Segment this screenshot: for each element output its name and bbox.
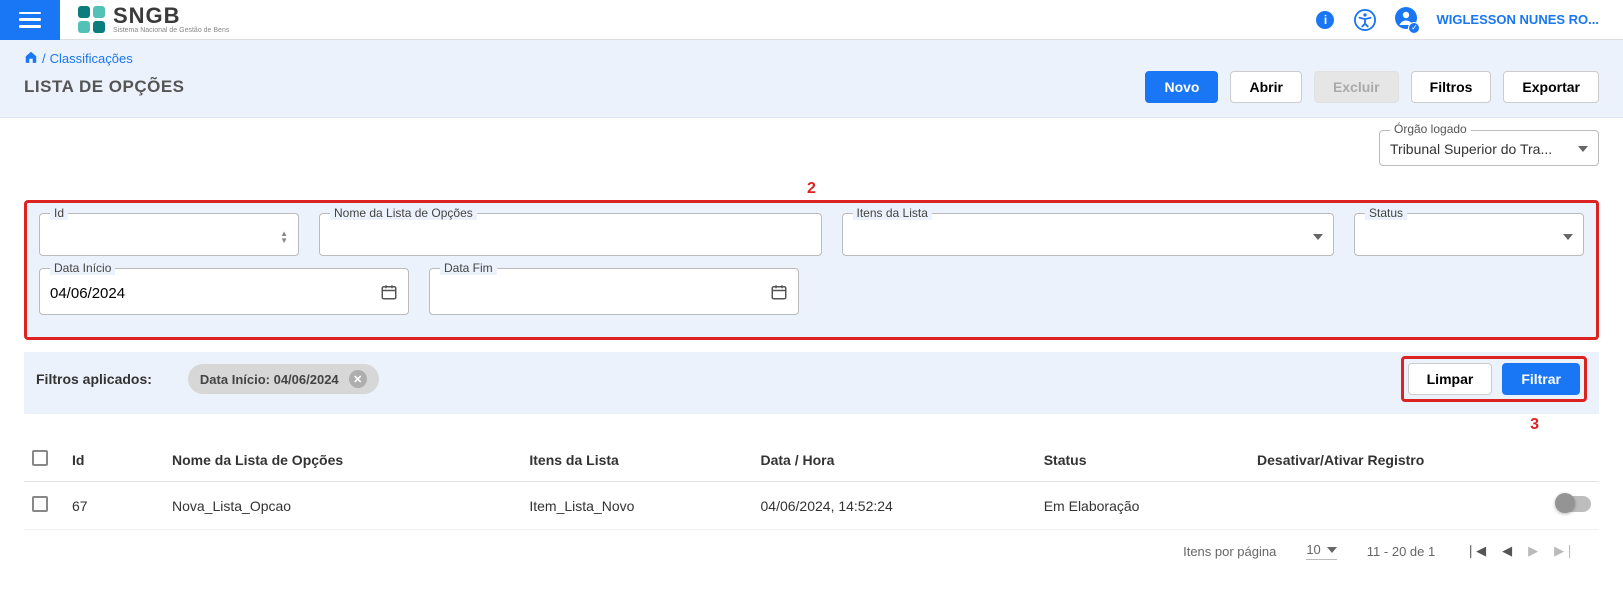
- excluir-button: Excluir: [1314, 71, 1399, 103]
- nome-lista-input[interactable]: [330, 228, 811, 245]
- chevron-down-icon: [1313, 234, 1323, 240]
- orgao-logado-select[interactable]: Órgão logado Tribunal Superior do Tra...: [1379, 130, 1599, 166]
- next-page-button[interactable]: ▶: [1528, 543, 1538, 559]
- user-verified-button[interactable]: ✓: [1394, 8, 1418, 32]
- accessibility-icon: [1354, 9, 1376, 31]
- id-stepper[interactable]: ▲▼: [280, 230, 288, 244]
- cell-status: Em Elaboração: [1036, 482, 1249, 530]
- info-icon: i: [1316, 11, 1334, 29]
- cell-id: 67: [64, 482, 164, 530]
- chevron-down-icon: [1563, 234, 1573, 240]
- callout-3: 3: [24, 416, 1599, 434]
- abrir-button[interactable]: Abrir: [1230, 71, 1301, 103]
- col-toggle: Desativar/Ativar Registro: [1249, 438, 1599, 482]
- pagination-range: 11 - 20 de 1: [1367, 544, 1435, 559]
- status-field[interactable]: Status: [1354, 213, 1584, 256]
- data-fim-field[interactable]: Data Fim: [429, 268, 799, 315]
- data-fim-label: Data Fim: [440, 261, 497, 275]
- filtros-button[interactable]: Filtros: [1411, 71, 1492, 103]
- filter-actions: Limpar Filtrar: [1401, 356, 1587, 402]
- col-nome: Nome da Lista de Opções: [164, 438, 521, 482]
- status-label: Status: [1365, 206, 1407, 220]
- action-buttons: Novo Abrir Excluir Filtros Exportar: [1145, 71, 1599, 103]
- filter-chip: Data Início: 04/06/2024 ✕: [188, 364, 379, 394]
- items-per-page-label: Itens por página: [1183, 544, 1276, 559]
- cell-nome: Nova_Lista_Opcao: [164, 482, 521, 530]
- nome-lista-field[interactable]: Nome da Lista de Opções: [319, 213, 822, 256]
- items-per-page-value: 10: [1306, 542, 1320, 557]
- chevron-down-icon: [1327, 547, 1337, 553]
- chevron-right-icon: ▶: [1528, 543, 1538, 559]
- novo-button[interactable]: Novo: [1145, 71, 1218, 103]
- select-all-checkbox[interactable]: [32, 450, 48, 466]
- last-page-icon: ▶❘: [1554, 543, 1575, 559]
- first-page-icon: ❘◀: [1465, 543, 1486, 559]
- subheader: / Classificações LISTA DE OPÇÕES Novo Ab…: [0, 40, 1623, 118]
- data-inicio-input[interactable]: [50, 285, 380, 302]
- filtrar-button[interactable]: Filtrar: [1502, 363, 1580, 395]
- breadcrumb-item[interactable]: Classificações: [50, 51, 133, 66]
- itens-lista-field[interactable]: Itens da Lista: [842, 213, 1335, 256]
- orgao-value: Tribunal Superior do Tra...: [1390, 141, 1552, 157]
- hamburger-icon: [19, 12, 41, 28]
- calendar-icon[interactable]: [380, 283, 398, 304]
- callout-2: 2: [24, 180, 1599, 198]
- itens-lista-input[interactable]: [853, 228, 1314, 245]
- itens-lista-label: Itens da Lista: [853, 206, 932, 220]
- stepper-down-icon[interactable]: ▼: [280, 237, 288, 244]
- remove-filter-button[interactable]: ✕: [349, 370, 367, 388]
- col-status: Status: [1036, 438, 1249, 482]
- breadcrumb: / Classificações: [24, 50, 1599, 67]
- data-inicio-field[interactable]: Data Início: [39, 268, 409, 315]
- calendar-icon[interactable]: [770, 283, 788, 304]
- nome-lista-label: Nome da Lista de Opções: [330, 206, 477, 220]
- prev-page-button[interactable]: ◀: [1502, 543, 1512, 559]
- orgao-label: Órgão logado: [1390, 122, 1471, 136]
- app-header: SNGB Sistema Nacional de Gestão de Bens …: [0, 0, 1623, 40]
- hamburger-menu-button[interactable]: [0, 0, 60, 40]
- toggle-knob-icon: [1555, 493, 1575, 513]
- id-field[interactable]: Id ▲▼: [39, 213, 299, 256]
- col-itens: Itens da Lista: [521, 438, 752, 482]
- results-table: Id Nome da Lista de Opções Itens da List…: [24, 438, 1599, 530]
- chevron-down-icon: [1578, 146, 1588, 152]
- exportar-button[interactable]: Exportar: [1503, 71, 1599, 103]
- last-page-button[interactable]: ▶❘: [1554, 543, 1575, 559]
- data-inicio-label: Data Início: [50, 261, 115, 275]
- cell-itens: Item_Lista_Novo: [521, 482, 752, 530]
- home-link[interactable]: [24, 50, 38, 67]
- pagination: Itens por página 10 11 - 20 de 1 ❘◀ ◀ ▶ …: [24, 530, 1599, 572]
- col-id: Id: [64, 438, 164, 482]
- id-input[interactable]: [50, 228, 280, 245]
- table-row[interactable]: 67 Nova_Lista_Opcao Item_Lista_Novo 04/0…: [24, 482, 1599, 530]
- info-button[interactable]: i: [1314, 9, 1336, 31]
- row-checkbox[interactable]: [32, 496, 48, 512]
- logo-mark-icon: [78, 6, 105, 33]
- user-name-label[interactable]: WIGLESSON NUNES RO...: [1436, 12, 1599, 27]
- main-content: Órgão logado Tribunal Superior do Tra...…: [0, 118, 1623, 596]
- applied-filters-row: Filtros aplicados: Data Início: 04/06/20…: [24, 352, 1599, 414]
- first-page-button[interactable]: ❘◀: [1465, 543, 1486, 559]
- cell-data: 04/06/2024, 14:52:24: [753, 482, 1036, 530]
- home-icon: [24, 50, 38, 64]
- status-input[interactable]: [1365, 228, 1563, 245]
- limpar-button[interactable]: Limpar: [1408, 363, 1493, 395]
- logo-text: SNGB: [113, 5, 229, 27]
- toggle-registro[interactable]: [1557, 496, 1591, 512]
- check-icon: ✓: [1408, 22, 1420, 34]
- chevron-left-icon: ◀: [1502, 543, 1512, 559]
- data-fim-input[interactable]: [440, 285, 770, 302]
- close-icon: ✕: [353, 373, 362, 386]
- applied-filters-label: Filtros aplicados:: [36, 371, 152, 387]
- page-title: LISTA DE OPÇÕES: [24, 77, 185, 97]
- app-logo: SNGB Sistema Nacional de Gestão de Bens: [78, 5, 229, 34]
- filter-chip-text: Data Início: 04/06/2024: [200, 372, 339, 387]
- logo-subtitle: Sistema Nacional de Gestão de Bens: [113, 27, 229, 34]
- breadcrumb-separator: /: [42, 51, 46, 66]
- items-per-page-select[interactable]: 10: [1306, 542, 1336, 560]
- col-data: Data / Hora: [753, 438, 1036, 482]
- accessibility-button[interactable]: [1354, 9, 1376, 31]
- filter-panel: Id ▲▼ Nome da Lista de Opções Itens da L…: [24, 200, 1599, 340]
- id-label: Id: [50, 206, 68, 220]
